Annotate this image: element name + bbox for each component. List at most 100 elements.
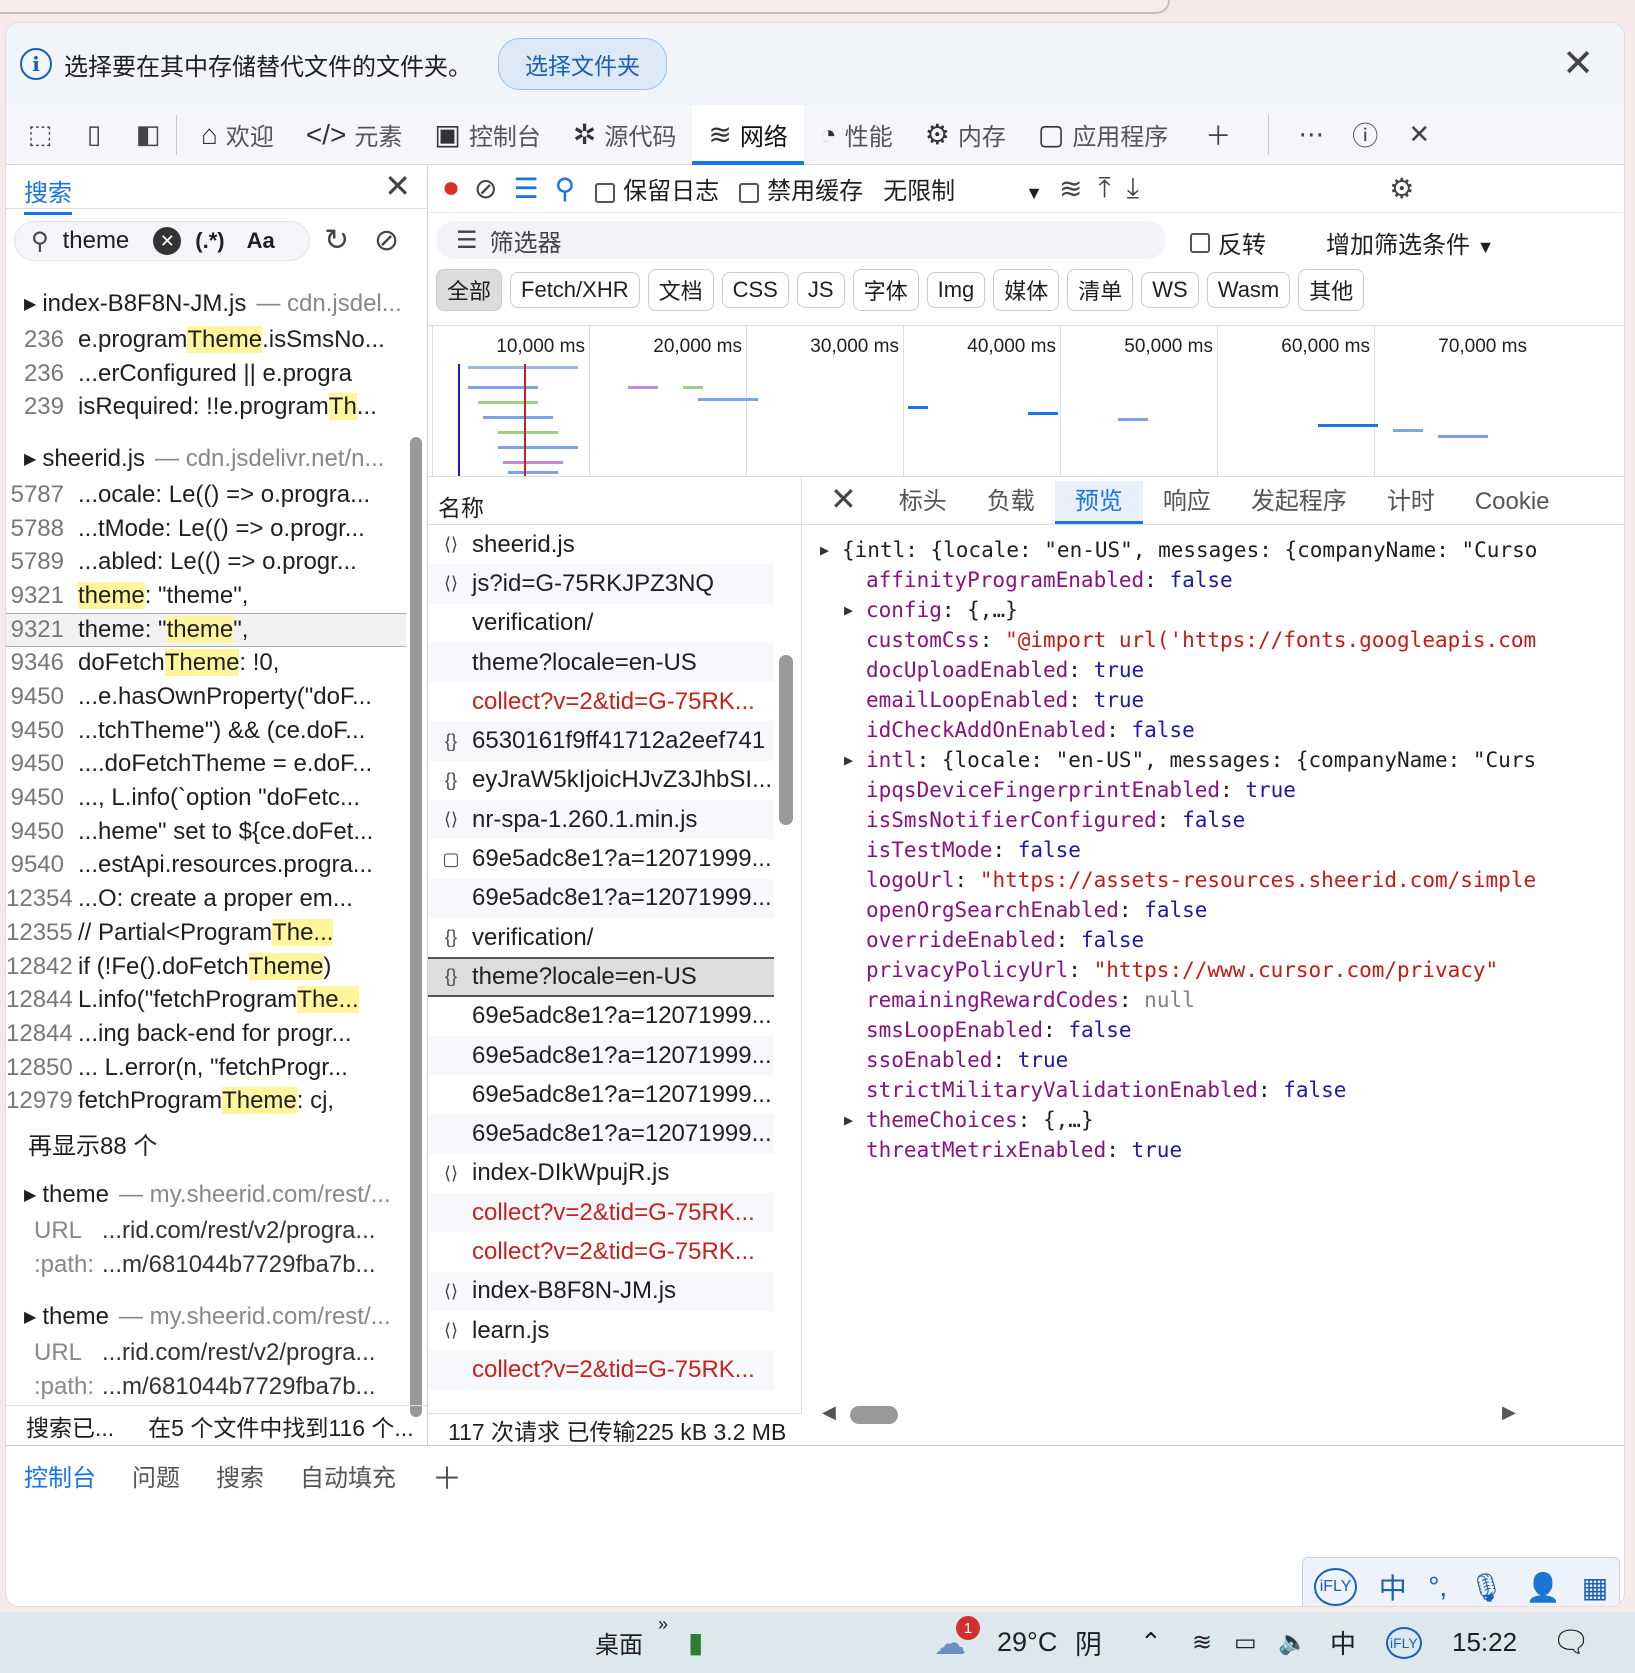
request-row[interactable]: {} eyJraW5kIjoicHJvZ3JhbSI... [428,761,774,800]
expand-triangle-icon[interactable]: ▶ [24,449,36,469]
request-row[interactable]: 69e5adc8e1?a=12071999... [428,997,774,1036]
result-line[interactable]: 9450 ...heme" set to ${ce.doFet... [6,815,406,849]
detail-tab-0[interactable]: 标头 [879,481,967,524]
filter-icon[interactable]: ☰ [513,172,538,205]
chevron-up-icon[interactable]: ⌃ [1140,1627,1162,1658]
tab-console[interactable]: ▣ 控制台 [418,105,556,165]
result-line[interactable]: 9321 theme: "theme", [6,612,406,647]
throttle-select[interactable]: 无限制 ▼ [883,171,1043,206]
add-tab-icon[interactable]: ＋ [414,1454,480,1498]
user-icon[interactable]: 👤 [1526,1571,1561,1604]
type-filter-6[interactable]: Img [926,272,986,308]
apps-icon[interactable]: ▦ [1582,1571,1608,1604]
request-row[interactable]: 69e5adc8e1?a=12071999... [428,878,774,918]
result-url[interactable]: URL ...rid.com/rest/v2/progra... [6,1336,406,1370]
scrollbar[interactable] [408,415,424,1545]
name-column-header[interactable]: 名称 [428,477,801,525]
json-line[interactable]: ▶ intl: {locale: "en-US", messages: {comp… [802,745,1624,775]
invert-checkbox[interactable]: 反转 [1190,225,1266,260]
close-icon[interactable]: ✕ [830,480,857,518]
device-toolbar-icon[interactable]: ▯ [74,115,114,155]
tab-welcome[interactable]: ⌂ 欢迎 [185,105,290,165]
detail-tab-6[interactable]: Cookie [1455,488,1570,524]
result-path[interactable]: :path: ...m/681044b7729fba7b... [6,1370,406,1404]
request-row[interactable]: collect?v=2&tid=G-75RK... [428,682,774,721]
result-line[interactable]: 9450 ...e.hasOwnProperty("doF... [6,680,406,714]
result-line[interactable]: 12979 fetchProgramTheme: cj, [6,1084,406,1118]
detail-tab-4[interactable]: 发起程序 [1231,481,1367,524]
type-filter-9[interactable]: WS [1141,272,1199,308]
result-file[interactable]: ▶ index-B8F8N-JM.js — cdn.jsdel... [6,285,406,323]
add-filter-dropdown[interactable]: 增加筛选条件 ▼ [1326,225,1495,260]
dock-icon[interactable]: ◧ [128,115,168,155]
scroll-left-icon[interactable]: ◀ [822,1402,836,1423]
json-line[interactable]: ▶ config: {,…} [802,595,1624,625]
mic-icon[interactable]: 🎙 [1469,1571,1505,1604]
request-row[interactable]: ⟨⟩ index-DIkWpujR.js [428,1154,774,1193]
scrollbar-thumb[interactable] [779,655,793,825]
result-file[interactable]: ▶ theme — my.sheerid.com/rest/... [6,1298,406,1336]
scrollbar-thumb[interactable] [410,437,422,1417]
drawer-tab-0[interactable]: 控制台 [6,1458,114,1493]
request-row[interactable]: {} theme?locale=en-US [428,957,774,997]
case-toggle[interactable]: Aa [247,228,275,254]
detail-tab-5[interactable]: 计时 [1367,481,1455,524]
request-row[interactable]: 69e5adc8e1?a=12071999... [428,1075,774,1114]
detail-tab-1[interactable]: 负载 [967,481,1055,524]
expand-triangle-icon[interactable]: ▶ [844,595,853,625]
result-line[interactable]: 9346 doFetchTheme: !0, [6,647,406,681]
request-row[interactable]: verification/ [428,604,774,643]
search-input[interactable]: ⚲ theme ✕ (.*) Aa [14,221,310,261]
result-line[interactable]: 12844 L.info("fetchProgramThe... [6,983,406,1017]
wifi-icon[interactable]: ≋ [1192,1628,1212,1657]
request-row[interactable]: {} 6530161f9ff41712a2eef741 [428,721,774,761]
search-tab-label[interactable]: 搜索 [24,173,72,215]
notification-icon[interactable]: 🗨 [1552,1625,1590,1660]
result-path[interactable]: :path: ...m/681044b7729fba7b... [6,1248,406,1282]
tab-performance[interactable]: ◔ 性能 [804,105,909,165]
close-devtools-icon[interactable]: ✕ [1399,115,1439,155]
type-filter-10[interactable]: Wasm [1206,272,1291,308]
expand-triangle-icon[interactable]: ▶ [24,1307,36,1327]
result-line[interactable]: 9450 ....doFetchTheme = e.doF... [6,748,406,782]
expand-triangle-icon[interactable]: ▶ [844,1105,853,1135]
result-file[interactable]: ▶ theme — my.sheerid.com/rest/... [6,1176,406,1214]
request-row[interactable]: ⟨⟩ js?id=G-75RKJPZ3NQ [428,564,774,604]
refresh-icon[interactable]: ↻ [324,223,349,258]
punctuation-icon[interactable]: °, [1428,1571,1447,1603]
result-line[interactable]: 5789 ...abled: Le(() => o.progr... [6,545,406,579]
request-row[interactable]: ⟨⟩ learn.js [428,1311,774,1350]
desktop-label[interactable]: 桌面 [595,1625,643,1660]
scrollbar[interactable] [776,485,796,1405]
detail-tab-3[interactable]: 响应 [1143,481,1231,524]
request-row[interactable]: theme?locale=en-US [428,642,774,683]
clear-results-icon[interactable]: ⊘ [374,223,399,258]
timeline-overview[interactable]: 10,000 ms 20,000 ms 30,000 ms 40,000 ms 50,0… [428,325,1624,477]
tab-network[interactable]: ≋ 网络 [692,104,805,165]
horizontal-scrollbar[interactable]: ◀ ▶ [822,1402,1522,1432]
type-filter-2[interactable]: 文档 [647,269,714,311]
expand-triangle-icon[interactable]: ▶ [844,745,853,775]
result-line[interactable]: 9540 ...estApi.resources.progra... [6,849,406,883]
scrollbar-thumb[interactable] [850,1406,898,1424]
result-line[interactable]: 12842 if (!Fe().doFetchTheme) [6,950,406,984]
inspect-icon[interactable]: ⬚ [20,115,60,155]
expand-triangle-icon[interactable]: ▶ [24,1185,36,1205]
expand-triangle-icon[interactable]: ▶ [24,294,36,314]
show-more-link[interactable]: 再显示88 个 [6,1118,406,1168]
search-icon[interactable]: ⚲ [555,172,576,205]
type-filter-11[interactable]: 其他 [1298,269,1365,311]
ifly-icon[interactable]: iFLY [1313,1568,1358,1606]
type-filter-3[interactable]: CSS [721,272,789,308]
expand-triangle-icon[interactable]: ▶ [820,535,829,565]
close-icon[interactable]: ✕ [1562,41,1594,86]
preserve-log-checkbox[interactable]: 保留日志 [595,171,719,206]
battery-app-icon[interactable]: ▮ [688,1626,703,1659]
record-icon[interactable]: ⏺ [444,172,458,205]
upload-icon[interactable]: ⤒ [1098,172,1110,205]
result-line[interactable]: 236 ...erConfigured || e.progra [6,357,406,391]
request-row[interactable]: 69e5adc8e1?a=12071999... [428,1035,774,1076]
tab-sources[interactable]: ✲ 源代码 [557,105,692,165]
gear-icon[interactable]: ⚙ [1389,172,1414,205]
result-line[interactable]: 12354 ...O: create a proper em... [6,882,406,916]
